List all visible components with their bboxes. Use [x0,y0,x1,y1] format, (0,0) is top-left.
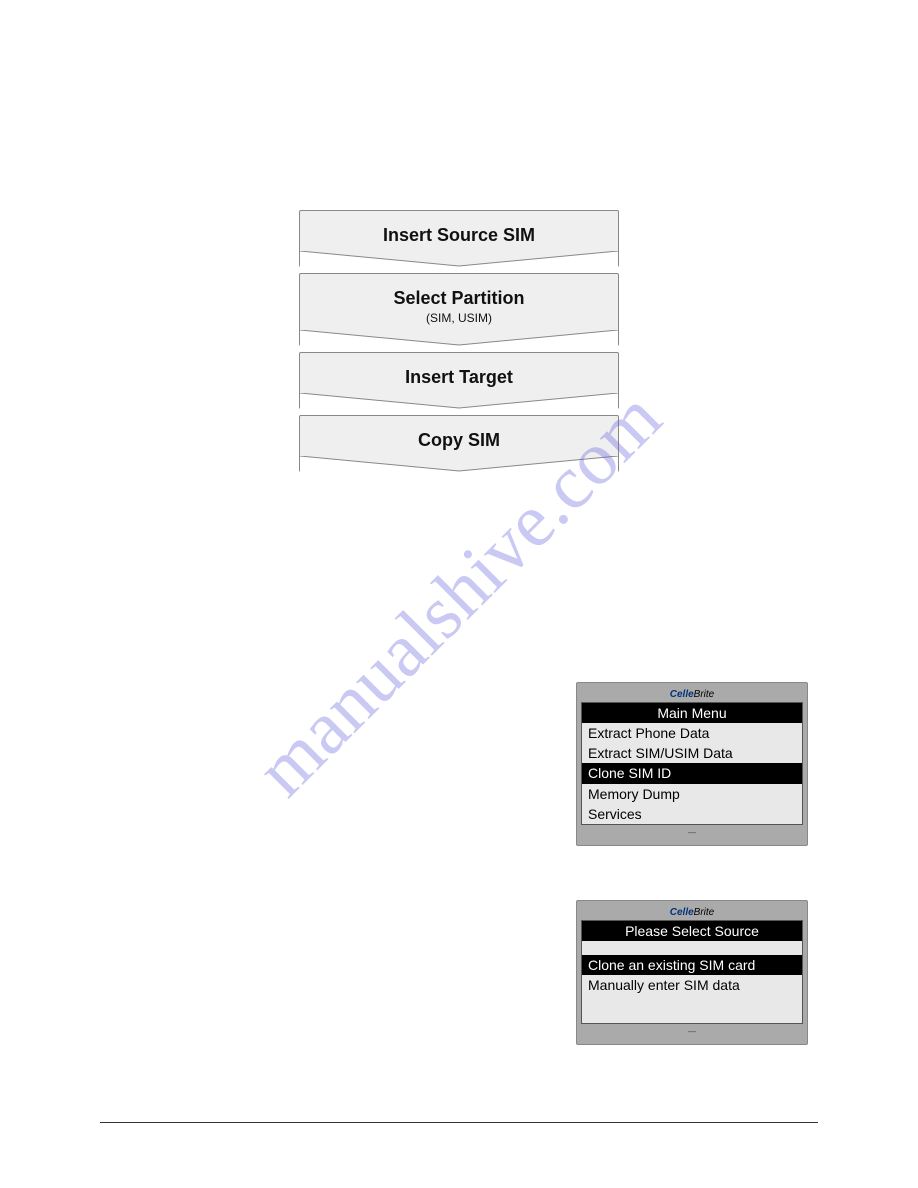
menu-item[interactable]: Services [582,804,802,824]
spacer [582,1009,802,1023]
spacer [582,995,802,1009]
logo-bold: Celle [670,689,694,700]
device-display: Please Select Source Clone an existing S… [581,920,803,1024]
flow-step-subtitle: (SIM, USIM) [300,311,618,325]
chevron-down-icon [300,330,618,346]
device-display: Main Menu Extract Phone Data Extract SIM… [581,702,803,825]
device-logo: CelleBrite [581,905,803,920]
menu-item-selected[interactable]: Clone SIM ID [582,763,802,783]
menu-item[interactable]: Extract SIM/USIM Data [582,743,802,763]
flow-step-insert-source: Insert Source SIM [299,210,619,267]
logo-rest: Brite [694,907,715,918]
menu-item-selected[interactable]: Clone an existing SIM card [582,955,802,975]
flow-step-title: Select Partition [300,288,618,309]
flow-diagram: Insert Source SIM Select Partition (SIM,… [299,210,619,478]
flow-step-title: Insert Target [300,367,618,388]
spacer [582,941,802,955]
flow-step-title: Copy SIM [300,430,618,451]
device-screen-title: Main Menu [582,703,802,723]
device-footer: — [581,825,803,837]
device-footer: — [581,1024,803,1036]
menu-item[interactable]: Memory Dump [582,784,802,804]
flow-step-select-partition: Select Partition (SIM, USIM) [299,273,619,346]
flow-step-copy-sim: Copy SIM [299,415,619,472]
logo-bold: Celle [670,907,694,918]
device-logo: CelleBrite [581,687,803,702]
chevron-down-icon [300,456,618,472]
chevron-down-icon [300,393,618,409]
flow-step-title: Insert Source SIM [300,225,618,246]
menu-item[interactable]: Manually enter SIM data [582,975,802,995]
device-screen-main-menu: CelleBrite Main Menu Extract Phone Data … [576,682,808,846]
flow-step-insert-target: Insert Target [299,352,619,409]
chevron-down-icon [300,251,618,267]
logo-rest: Brite [694,689,715,700]
menu-item[interactable]: Extract Phone Data [582,723,802,743]
device-screen-select-source: CelleBrite Please Select Source Clone an… [576,900,808,1045]
horizontal-rule [100,1122,818,1123]
device-screen-title: Please Select Source [582,921,802,941]
